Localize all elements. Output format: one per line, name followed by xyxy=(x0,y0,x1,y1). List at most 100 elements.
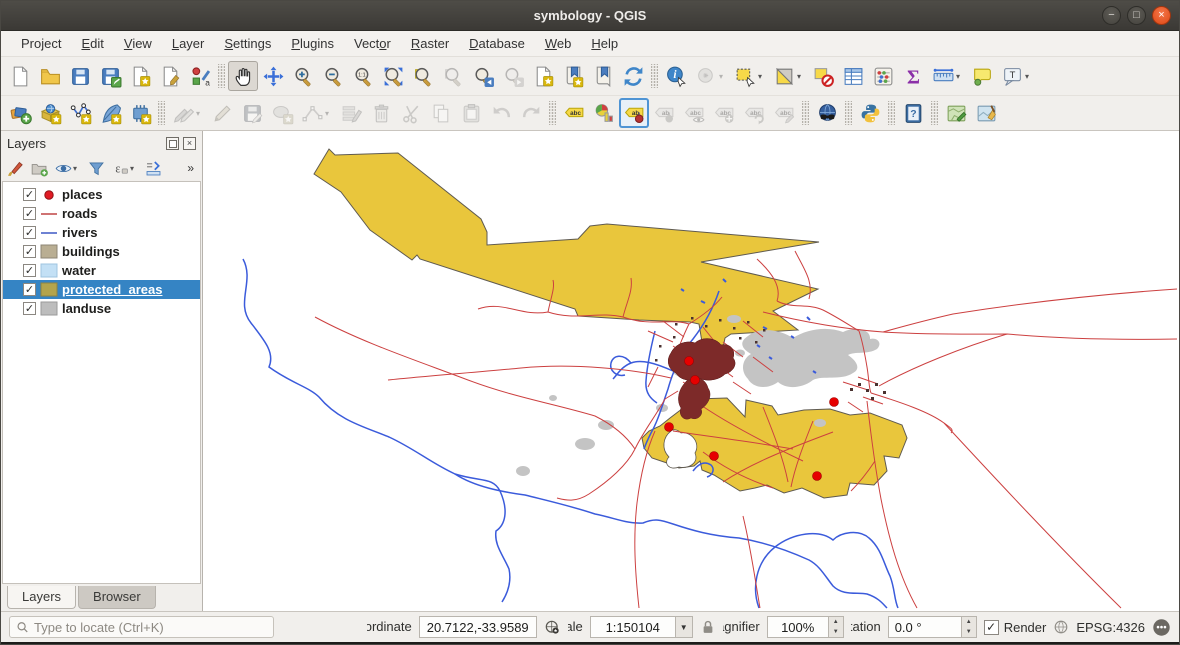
python-console-button[interactable] xyxy=(855,98,885,128)
dock-tab-layers[interactable]: Layers xyxy=(7,586,76,609)
layer-visibility-checkbox[interactable]: ✓ xyxy=(23,283,36,296)
locate-search-input[interactable]: Type to locate (Ctrl+K) xyxy=(9,616,274,638)
layer-visibility-checkbox[interactable]: ✓ xyxy=(23,302,36,315)
add-group-button[interactable] xyxy=(27,156,51,180)
layer-visibility-checkbox[interactable]: ✓ xyxy=(23,188,36,201)
layer-item-buildings[interactable]: ✓buildings xyxy=(3,242,200,261)
crs-status[interactable]: EPSG:4326 xyxy=(1076,620,1145,635)
new-spatialite-layer-button[interactable] xyxy=(95,98,125,128)
map-tips-button[interactable] xyxy=(967,61,997,91)
map-canvas[interactable] xyxy=(203,131,1179,611)
text-annotation-button[interactable]: T xyxy=(997,61,1027,91)
menu-settings[interactable]: Settings xyxy=(214,33,281,54)
filter-legend-by-expression-button[interactable]: ε xyxy=(108,156,132,180)
pan-to-selection-button[interactable] xyxy=(258,61,288,91)
magnifier-spin-buttons[interactable]: ▲▼ xyxy=(829,616,844,638)
rotation-value[interactable]: 0.0 ° xyxy=(888,616,962,638)
scale-combobox[interactable]: 1:150104 ▼ xyxy=(590,616,693,638)
menu-database[interactable]: Database xyxy=(459,33,535,54)
layer-labeling-options-button[interactable]: abc xyxy=(559,98,589,128)
open-attribute-table-button[interactable] xyxy=(838,61,868,91)
new-shapefile-layer-button[interactable] xyxy=(65,98,95,128)
expand-collapse-all-button[interactable] xyxy=(141,156,165,180)
new-spatial-bookmark-button[interactable] xyxy=(528,61,558,91)
rotation-spin-buttons[interactable]: ▲▼ xyxy=(962,616,977,638)
open-layer-styling-dock-button[interactable] xyxy=(3,156,27,180)
layer-visibility-checkbox[interactable]: ✓ xyxy=(23,245,36,258)
statistical-summary-button[interactable]: Σ xyxy=(898,61,928,91)
show-spatial-bookmarks-button[interactable] xyxy=(558,61,588,91)
manage-map-themes-button[interactable] xyxy=(51,156,75,180)
lock-scale-icon[interactable] xyxy=(700,619,716,635)
layer-item-protected_areas[interactable]: ✓protected_areas xyxy=(3,280,200,299)
open-project-button[interactable] xyxy=(35,61,65,91)
field-calculator-button[interactable] xyxy=(868,61,898,91)
magnifier-spinbox[interactable]: 100% ▲▼ xyxy=(767,616,844,638)
layer-item-places[interactable]: ✓places xyxy=(3,185,200,204)
menu-help[interactable]: Help xyxy=(581,33,628,54)
layer-item-rivers[interactable]: ✓rivers xyxy=(3,223,200,242)
title-bar[interactable]: symbology - QGIS −□× xyxy=(1,1,1179,31)
identify-features-button[interactable]: i xyxy=(661,61,691,91)
select-features-button[interactable] xyxy=(730,61,760,91)
menu-vector[interactable]: Vector xyxy=(344,33,401,54)
menu-view[interactable]: View xyxy=(114,33,162,54)
new-project-button[interactable] xyxy=(5,61,35,91)
menu-plugins[interactable]: Plugins xyxy=(281,33,344,54)
zoom-out-button[interactable] xyxy=(318,61,348,91)
coordinate-value[interactable]: 20.7122,-33.9589 xyxy=(419,616,537,638)
minimize-button[interactable]: − xyxy=(1102,6,1121,25)
dock-tab-browser[interactable]: Browser xyxy=(78,586,156,609)
select-by-value-button[interactable] xyxy=(769,61,799,91)
layer-visibility-checkbox[interactable]: ✓ xyxy=(23,226,36,239)
show-layout-manager-button[interactable] xyxy=(155,61,185,91)
rotation-spinbox[interactable]: 0.0 ° ▲▼ xyxy=(888,616,977,638)
panel-close-button[interactable]: × xyxy=(183,137,196,150)
map-plugin-2-button[interactable] xyxy=(971,98,1001,128)
menu-edit[interactable]: Edit xyxy=(71,33,113,54)
menu-web[interactable]: Web xyxy=(535,33,582,54)
save-project-button[interactable] xyxy=(65,61,95,91)
metasearch-button[interactable] xyxy=(812,98,842,128)
pin-labels-button[interactable]: ab xyxy=(619,98,649,128)
layer-item-landuse[interactable]: ✓landuse xyxy=(3,299,200,318)
layer-item-roads[interactable]: ✓roads xyxy=(3,204,200,223)
panel-toolbar-overflow-button[interactable]: » xyxy=(187,161,200,175)
deselect-features-button[interactable] xyxy=(808,61,838,91)
help-contents-button[interactable]: ? xyxy=(898,98,928,128)
magnifier-value[interactable]: 100% xyxy=(767,616,829,638)
pan-map-button[interactable] xyxy=(228,61,258,91)
zoom-native-button[interactable]: 1:1 xyxy=(348,61,378,91)
data-source-manager-button[interactable] xyxy=(5,98,35,128)
new-print-layout-button[interactable] xyxy=(125,61,155,91)
zoom-full-button[interactable] xyxy=(378,61,408,91)
menu-project[interactable]: Project xyxy=(11,33,71,54)
measure-line-button[interactable] xyxy=(928,61,958,91)
zoom-in-button[interactable] xyxy=(288,61,318,91)
refresh-map-button[interactable] xyxy=(618,61,648,91)
new-virtual-layer-button[interactable] xyxy=(125,98,155,128)
menu-raster[interactable]: Raster xyxy=(401,33,459,54)
render-checkbox[interactable]: ✓ xyxy=(984,620,999,635)
map-plugin-1-button[interactable] xyxy=(941,98,971,128)
messages-icon[interactable] xyxy=(1152,618,1171,637)
layer-diagram-options-button[interactable] xyxy=(589,98,619,128)
render-toggle[interactable]: ✓ Render xyxy=(984,620,1047,635)
menu-layer[interactable]: Layer xyxy=(162,33,215,54)
maximize-button[interactable]: □ xyxy=(1127,6,1146,25)
zoom-last-button[interactable] xyxy=(468,61,498,91)
style-manager-button[interactable]: a xyxy=(185,61,215,91)
layer-visibility-checkbox[interactable]: ✓ xyxy=(23,207,36,220)
zoom-to-layer-button[interactable] xyxy=(408,61,438,91)
save-project-as-button[interactable] xyxy=(95,61,125,91)
layer-item-water[interactable]: ✓water xyxy=(3,261,200,280)
close-button[interactable]: × xyxy=(1152,6,1171,25)
scale-dropdown-arrow[interactable]: ▼ xyxy=(676,616,693,638)
show-bookmark-manager-button[interactable] xyxy=(588,61,618,91)
new-geopackage-layer-button[interactable] xyxy=(35,98,65,128)
extents-toggle-icon[interactable] xyxy=(544,619,561,636)
panel-float-button[interactable] xyxy=(166,137,179,150)
layer-visibility-checkbox[interactable]: ✓ xyxy=(23,264,36,277)
scale-value[interactable]: 1:150104 xyxy=(590,616,676,638)
filter-legend-button[interactable] xyxy=(84,156,108,180)
